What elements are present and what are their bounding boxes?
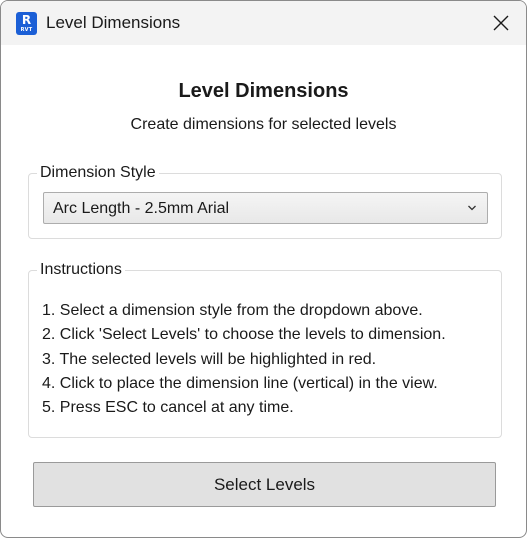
dimension-style-legend: Dimension Style: [37, 163, 159, 183]
dimension-style-group: Dimension Style Arc Length - 2.5mm Arial: [28, 163, 502, 239]
app-icon-letter: R: [21, 13, 32, 27]
instruction-step: 1. Select a dimension style from the dro…: [42, 302, 423, 319]
dimension-style-dropdown[interactable]: Arc Length - 2.5mm Arial: [43, 192, 488, 224]
page-title: Level Dimensions: [178, 80, 349, 102]
select-levels-button[interactable]: Select Levels: [33, 462, 496, 507]
window-title: Level Dimensions: [46, 13, 181, 32]
revit-app-icon: R RVT: [16, 12, 37, 35]
instruction-step: 3. The selected levels will be highlight…: [42, 350, 377, 368]
instruction-step: 5. Press ESC to cancel at any time.: [42, 399, 294, 417]
instructions-legend: Instructions: [37, 260, 125, 280]
chevron-down-icon: [468, 205, 476, 211]
dialog-window: R RVT Level Dimensions Level Dimensions …: [0, 0, 527, 538]
instruction-step: 4. Click to place the dimension line (ve…: [42, 374, 438, 392]
close-button[interactable]: [476, 1, 526, 45]
page-subtitle: Create dimensions for selected levels: [130, 116, 397, 133]
instructions-group: Instructions 1. Select a dimension style…: [28, 260, 502, 438]
instructions-list: 1. Select a dimension style from the dro…: [42, 299, 493, 420]
instruction-step: 2. Click 'Select Levels' to choose the l…: [42, 326, 446, 344]
close-icon: [493, 15, 509, 31]
app-icon-caption: RVT: [20, 27, 33, 33]
title-bar: R RVT Level Dimensions: [1, 1, 526, 45]
dropdown-selected-value: Arc Length - 2.5mm Arial: [53, 200, 230, 217]
